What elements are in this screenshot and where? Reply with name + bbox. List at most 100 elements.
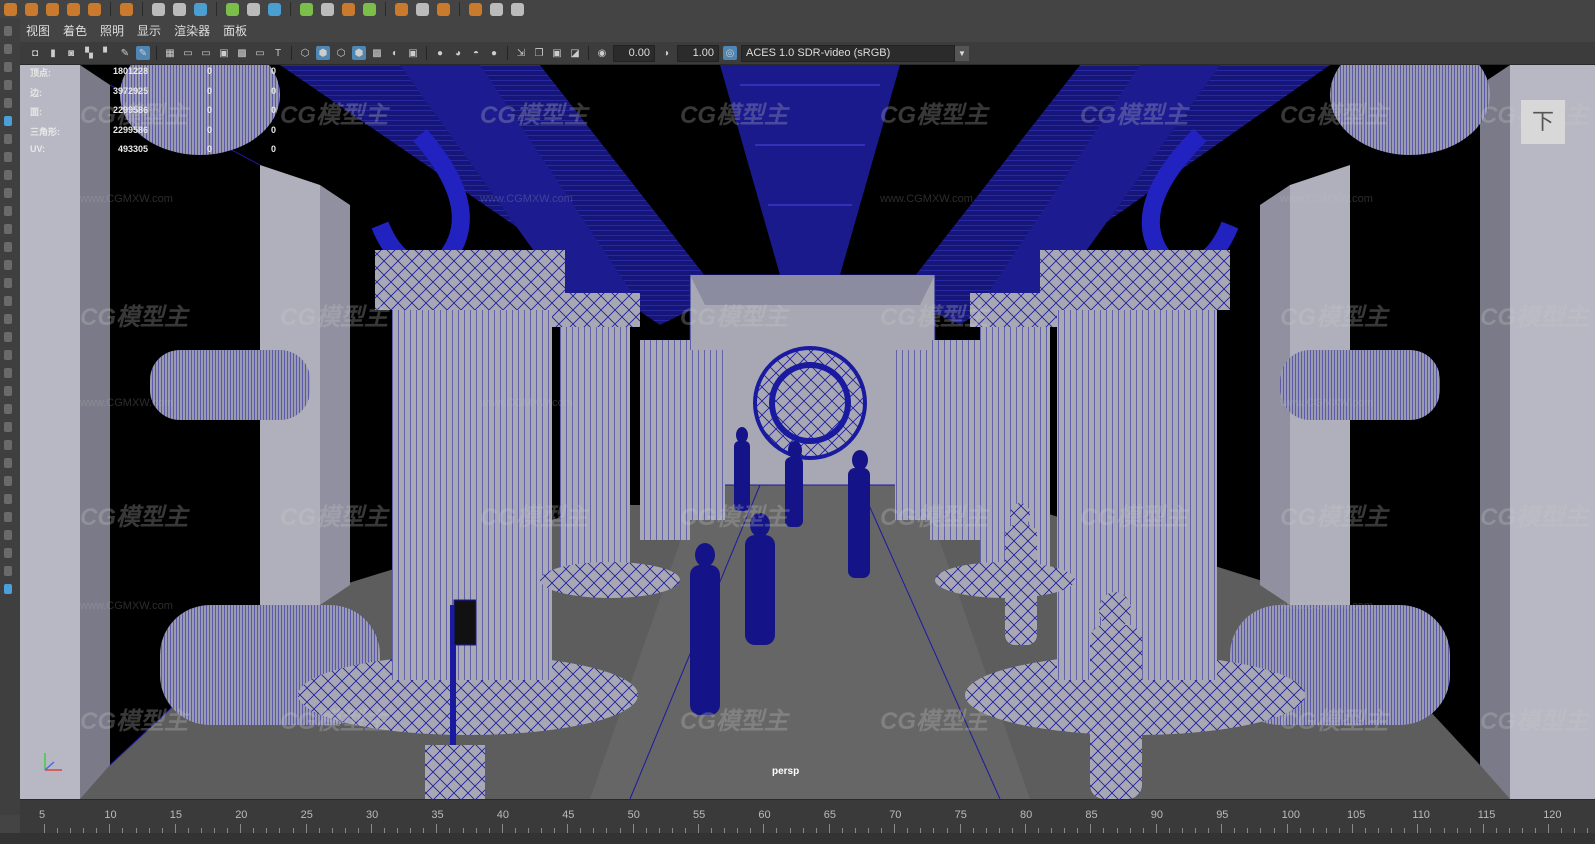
shelf-icon[interactable] <box>120 2 133 16</box>
tool-icon[interactable] <box>4 296 12 306</box>
tool-icon[interactable] <box>4 98 12 108</box>
tool-icon[interactable] <box>4 152 12 162</box>
tool-icon[interactable] <box>4 224 12 234</box>
xray-icon[interactable]: ❐ <box>532 46 546 60</box>
depth-of-field-icon[interactable]: ● <box>487 46 501 60</box>
shelf-icon[interactable] <box>67 2 80 16</box>
chevron-down-icon[interactable]: ▼ <box>955 45 969 61</box>
tool-icon[interactable] <box>4 314 12 324</box>
tool-icon[interactable] <box>4 476 12 486</box>
shelf-icon[interactable] <box>247 2 260 16</box>
shelf-icon[interactable] <box>152 2 165 16</box>
tool-icon[interactable] <box>4 404 12 414</box>
tool-icon[interactable] <box>4 62 12 72</box>
default-material-icon[interactable]: ⬡ <box>334 46 348 60</box>
textured-icon[interactable]: ▩ <box>370 46 384 60</box>
shelf-icon[interactable] <box>226 2 239 16</box>
motion-blur-icon[interactable]: ◕ <box>451 46 465 60</box>
shelf-icon[interactable] <box>490 2 503 16</box>
tool-icon[interactable] <box>4 116 12 126</box>
gamma-field[interactable]: 1.00 <box>677 44 719 62</box>
color-management-icon[interactable]: ◎ <box>723 46 737 60</box>
tool-icon[interactable] <box>4 80 12 90</box>
screen-space-ao-icon[interactable]: ● <box>433 46 447 60</box>
tool-icon[interactable] <box>4 206 12 216</box>
shelf-icon[interactable] <box>511 2 524 16</box>
shelf-icon[interactable] <box>268 2 281 16</box>
use-all-lights-icon[interactable]: ◐ <box>388 46 402 60</box>
tool-icon[interactable] <box>4 548 12 558</box>
shelf-icon[interactable] <box>300 2 313 16</box>
3d-viewport[interactable]: CG模型主 CG模型主 CG模型主 CG模型主 CG模型主 CG模型主 CG模型… <box>20 65 1595 799</box>
shelf-icon[interactable] <box>88 2 101 16</box>
grid-icon[interactable]: ▦ <box>163 46 177 60</box>
safe-title-icon[interactable]: T <box>271 46 285 60</box>
shelf-icon[interactable] <box>437 2 450 16</box>
timeline-tick <box>698 824 699 833</box>
xray-joints-icon[interactable]: ▣ <box>550 46 564 60</box>
tool-icon[interactable] <box>4 188 12 198</box>
shelf-icon[interactable] <box>363 2 376 16</box>
shelf-icon[interactable] <box>416 2 429 16</box>
field-chart-icon[interactable]: ▩ <box>235 46 249 60</box>
tool-icon[interactable] <box>4 494 12 504</box>
grease-pencil-icon[interactable]: ✎ <box>136 46 150 60</box>
timeline-tick <box>1548 824 1550 833</box>
shelf-icon[interactable] <box>25 2 38 16</box>
tool-icon[interactable] <box>4 440 12 450</box>
tool-icon[interactable] <box>4 134 12 144</box>
tool-icon[interactable] <box>4 44 12 54</box>
menu-panels[interactable]: 面板 <box>223 22 247 39</box>
tool-icon[interactable] <box>4 386 12 396</box>
tool-icon[interactable] <box>4 332 12 342</box>
film-gate-icon[interactable]: ▭ <box>181 46 195 60</box>
resolution-gate-icon[interactable]: ▭ <box>199 46 213 60</box>
smooth-shade-icon[interactable]: ⬢ <box>316 46 330 60</box>
shelf-icon[interactable] <box>46 2 59 16</box>
isolate-select-icon[interactable]: ⇲ <box>514 46 528 60</box>
wireframe-icon[interactable]: ⬡ <box>298 46 312 60</box>
tool-icon[interactable] <box>4 278 12 288</box>
menu-shading[interactable]: 着色 <box>63 22 87 39</box>
camera-attributes-icon[interactable]: ◙ <box>64 46 78 60</box>
tool-icon[interactable] <box>4 260 12 270</box>
tool-icon[interactable] <box>4 584 12 594</box>
exposure-field[interactable]: 0.00 <box>613 44 655 62</box>
safe-action-icon[interactable]: ▭ <box>253 46 267 60</box>
menu-renderer[interactable]: 渲染器 <box>174 22 210 39</box>
camera-select-icon[interactable]: ◘ <box>28 46 42 60</box>
time-slider[interactable]: 5 10 15 20 25 30 35 40 45 50 55 60 65 70 75 80 85 90 95 100… <box>20 799 1595 834</box>
tool-icon[interactable] <box>4 566 12 576</box>
shelf-icon[interactable] <box>342 2 355 16</box>
wireframe-on-shaded-icon[interactable]: ⬢ <box>352 46 366 60</box>
shelf-icon[interactable] <box>321 2 334 16</box>
menu-show[interactable]: 显示 <box>137 22 161 39</box>
2d-pan-icon[interactable]: ✎ <box>118 46 132 60</box>
tool-icon[interactable] <box>4 242 12 252</box>
shelf-icon[interactable] <box>469 2 482 16</box>
shelf-icon[interactable] <box>395 2 408 16</box>
tool-icon[interactable] <box>4 458 12 468</box>
range-slider[interactable] <box>0 833 1595 844</box>
menu-view[interactable]: 视图 <box>26 22 50 39</box>
shadows-icon[interactable]: ▣ <box>406 46 420 60</box>
menu-lighting[interactable]: 照明 <box>100 22 124 39</box>
tool-icon[interactable] <box>4 368 12 378</box>
tool-icon[interactable] <box>4 350 12 360</box>
camera-lock-icon[interactable]: ▮ <box>46 46 60 60</box>
view-cube-icon[interactable]: 下 <box>1521 100 1565 144</box>
shelf-icon[interactable] <box>194 2 207 16</box>
tool-icon[interactable] <box>4 26 12 36</box>
xray-components-icon[interactable]: ◪ <box>568 46 582 60</box>
gate-mask-icon[interactable]: ▣ <box>217 46 231 60</box>
tool-icon[interactable] <box>4 512 12 522</box>
tool-icon[interactable] <box>4 530 12 540</box>
view-transform-field[interactable]: ACES 1.0 SDR-video (sRGB) <box>741 44 955 62</box>
tool-icon[interactable] <box>4 170 12 180</box>
shelf-icon[interactable] <box>173 2 186 16</box>
image-plane-icon[interactable]: ▘ <box>100 46 114 60</box>
multisample-aa-icon[interactable]: ◓ <box>469 46 483 60</box>
shelf-icon[interactable] <box>4 2 17 16</box>
tool-icon[interactable] <box>4 422 12 432</box>
bookmark-icon[interactable]: ▚ <box>82 46 96 60</box>
